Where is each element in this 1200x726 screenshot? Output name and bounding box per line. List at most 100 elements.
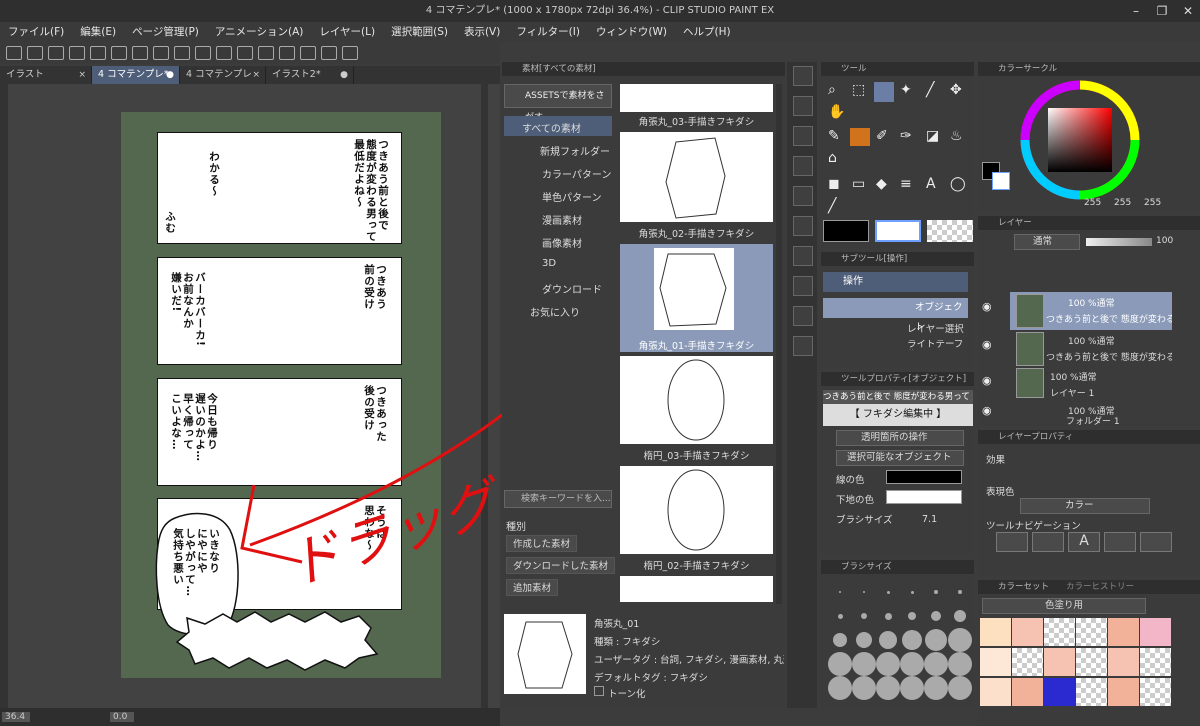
brush-size-cell[interactable] xyxy=(876,652,900,676)
angle-value[interactable]: 0.0 xyxy=(110,712,134,722)
color-swatch[interactable] xyxy=(980,618,1011,646)
brush-size-cell[interactable] xyxy=(861,613,867,619)
color-swatch[interactable] xyxy=(1044,678,1075,706)
brush-size-cell[interactable] xyxy=(924,676,948,700)
menu-filter[interactable]: フィルター(I) xyxy=(508,22,588,42)
airbrush-icon[interactable]: ✑ xyxy=(900,128,912,144)
eye-icon[interactable]: ◉ xyxy=(982,404,992,417)
text-tool-icon[interactable]: A xyxy=(926,176,936,192)
color-swatch[interactable] xyxy=(1076,678,1107,706)
subtool-group-tab[interactable]: 操作 xyxy=(823,272,968,292)
zoom-out-icon[interactable] xyxy=(132,46,148,60)
actual-size-icon[interactable] xyxy=(174,46,190,60)
kind-created-button[interactable]: 作成した素材 xyxy=(506,535,578,552)
brush-size-cell[interactable] xyxy=(863,591,865,593)
zoom-value[interactable]: 36.4 xyxy=(2,712,30,722)
brush-size-cell[interactable] xyxy=(954,610,966,622)
sub-color-swatch[interactable] xyxy=(875,220,921,242)
balloon-tool-icon[interactable]: ◯ xyxy=(950,176,966,192)
transparent-operation-dropdown[interactable]: 透明箇所の操作 xyxy=(836,430,964,446)
rotate-left-icon[interactable] xyxy=(69,46,85,60)
material-thumbnail[interactable] xyxy=(620,132,773,222)
subtool-light-table[interactable]: ライトテーブル xyxy=(823,340,968,350)
color-swatch[interactable] xyxy=(1108,618,1139,646)
ruler-tool-icon[interactable]: ≡ xyxy=(900,176,912,192)
brush-size-cell[interactable] xyxy=(884,612,892,620)
color-swatch[interactable] xyxy=(1012,618,1043,646)
settings-icon[interactable] xyxy=(342,46,358,60)
rotate-right-icon[interactable] xyxy=(90,46,106,60)
dock-icon[interactable] xyxy=(793,246,813,266)
opacity-value[interactable]: 100 xyxy=(1156,236,1173,246)
tab-close-icon[interactable]: × xyxy=(252,66,260,84)
dock-icon[interactable] xyxy=(793,186,813,206)
menu-view[interactable]: 表示(V) xyxy=(456,22,508,42)
home-icon[interactable]: ⌂ xyxy=(828,150,837,166)
color-swatch[interactable] xyxy=(980,678,1011,706)
color-swatch[interactable] xyxy=(1140,648,1171,676)
selectable-object-dropdown[interactable]: 選択可能なオブジェクト xyxy=(836,450,964,466)
redo-icon[interactable] xyxy=(48,46,64,60)
snap-icon[interactable] xyxy=(300,46,316,60)
brush-size-cell[interactable] xyxy=(837,613,843,619)
material-thumbnail[interactable] xyxy=(654,248,734,330)
menu-animation[interactable]: アニメーション(A) xyxy=(207,22,311,42)
nav-button[interactable] xyxy=(1140,532,1172,552)
brush-size-cell[interactable] xyxy=(958,590,962,594)
color-set-dropdown[interactable]: 色塗り用 xyxy=(982,598,1146,614)
check-icon[interactable] xyxy=(321,46,337,60)
material-thumbnail[interactable] xyxy=(620,356,773,444)
brush-size-cell[interactable] xyxy=(833,633,847,647)
nav-button[interactable] xyxy=(1032,532,1064,552)
tree-3d[interactable]: 3D xyxy=(542,258,556,269)
tab-close-icon[interactable]: × xyxy=(78,66,86,84)
color-wheel[interactable] xyxy=(1018,78,1142,202)
undo-icon[interactable] xyxy=(27,46,43,60)
color-swatch[interactable] xyxy=(1140,618,1171,646)
pencil-icon[interactable] xyxy=(850,128,870,146)
fit-icon[interactable] xyxy=(153,46,169,60)
blend-icon[interactable]: ♨ xyxy=(950,128,963,144)
tree-manga-material[interactable]: 漫画素材 xyxy=(542,212,582,227)
nav-button[interactable] xyxy=(996,532,1028,552)
tab-color-set[interactable]: カラーセット xyxy=(998,582,1049,592)
color-swatch[interactable] xyxy=(1108,678,1139,706)
dock-icon[interactable] xyxy=(793,336,813,356)
color-swatch[interactable] xyxy=(1076,618,1107,646)
color-swatch[interactable] xyxy=(1076,648,1107,676)
brush-size-cell[interactable] xyxy=(852,652,876,676)
brush-size-cell[interactable] xyxy=(900,652,924,676)
brush-size-cell[interactable] xyxy=(828,676,852,700)
zoom-icon[interactable]: ⌕ xyxy=(828,82,836,98)
color-swatch[interactable] xyxy=(1044,648,1075,676)
dock-icon[interactable] xyxy=(793,66,813,86)
tree-all-materials[interactable]: すべての素材 xyxy=(522,120,581,135)
color-swatch[interactable] xyxy=(1108,648,1139,676)
kind-downloaded-button[interactable]: ダウンロードした素材 xyxy=(506,557,616,574)
sub-color-chip[interactable] xyxy=(992,172,1010,190)
material-search-input[interactable]: 検索キーワードを入... xyxy=(504,490,612,508)
close-icon[interactable]: ✕ xyxy=(1176,0,1200,22)
color-swatch[interactable] xyxy=(1140,678,1171,706)
tree-image-material[interactable]: 画像素材 xyxy=(542,235,582,250)
zoom-in-icon[interactable] xyxy=(111,46,127,60)
nav-button[interactable] xyxy=(1104,532,1136,552)
eyedropper-icon[interactable]: ╱ xyxy=(926,82,934,98)
brush-size-cell[interactable] xyxy=(925,629,947,651)
comic-panel-1[interactable]: つきあう前と後で 態度が変わる男って 最低だよね～ わかる～ ふむ xyxy=(157,132,402,244)
brush-icon[interactable]: ✐ xyxy=(876,128,888,144)
material-thumbnail[interactable] xyxy=(620,466,773,554)
fill-icon[interactable] xyxy=(195,46,211,60)
tab-4koma-active[interactable]: 4 コマテンプレ* ● xyxy=(92,66,180,84)
color-swatch[interactable] xyxy=(1012,678,1043,706)
select-rect-icon[interactable]: ⬚ xyxy=(852,82,865,98)
brush-size-cell[interactable] xyxy=(924,652,948,676)
dock-icon[interactable] xyxy=(793,306,813,326)
tab-4koma[interactable]: 4 コマテンプレ × xyxy=(180,66,266,84)
brush-size-cell[interactable] xyxy=(934,590,938,594)
tree-download[interactable]: ダウンロード xyxy=(542,281,602,296)
subtool-layer-select[interactable]: レイヤー選択 xyxy=(823,320,968,340)
tree-color-pattern[interactable]: カラーパターン xyxy=(542,166,611,181)
tree-new-folder[interactable]: 新規フォルダー xyxy=(540,143,610,158)
opacity-slider[interactable] xyxy=(1086,238,1152,246)
